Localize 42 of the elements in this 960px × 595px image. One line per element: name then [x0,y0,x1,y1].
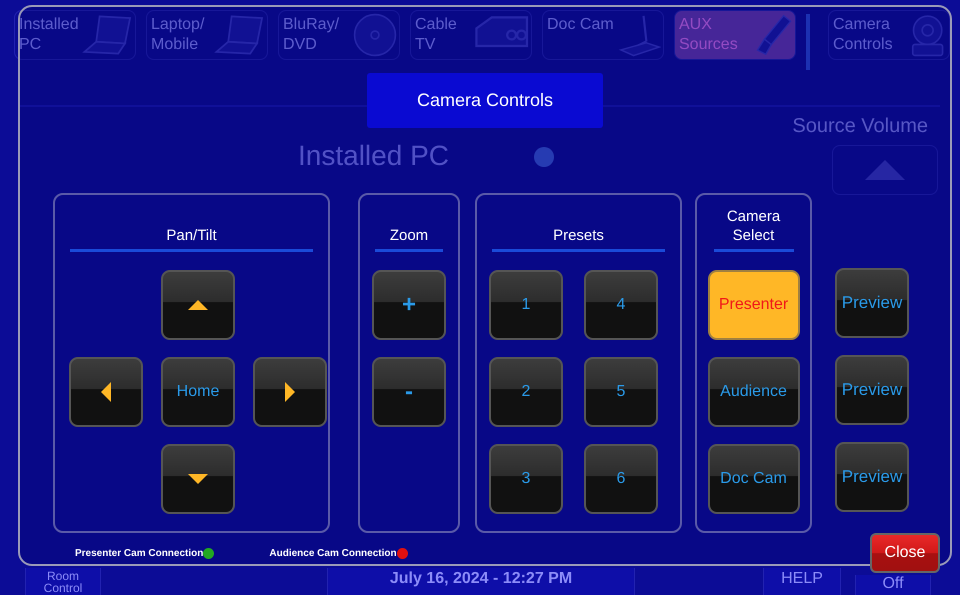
preset-button[interactable]: 2 [489,357,563,427]
pan-right-button[interactable] [253,357,327,427]
laptop-icon [212,13,265,57]
disc-icon [353,13,397,57]
status-dot [534,147,554,167]
preset-button[interactable]: 3 [489,444,563,514]
document-camera-icon [618,13,661,57]
zoom-in-button[interactable]: + [372,270,446,340]
pan-up-button[interactable] [161,270,235,340]
source-title: Installed PC [298,139,449,173]
preset-button[interactable]: 4 [584,270,658,340]
preview-button[interactable]: Preview [835,442,909,512]
triangle-left-icon [101,382,111,402]
triangle-up-icon [865,160,905,180]
panel-title: Pan/Tilt [70,226,313,252]
preview-button[interactable]: Preview [835,268,909,338]
close-button[interactable]: Close [870,533,940,573]
pan-left-button[interactable] [69,357,143,427]
connection-status: Audience Cam Connection [269,546,397,560]
preview-button[interactable]: Preview [835,355,909,425]
dialog-title: Camera Controls [367,73,603,128]
help-button[interactable]: HELP [763,568,841,595]
panel-title: Presets [492,226,665,252]
home-button[interactable]: Home [161,357,235,427]
zoom-out-button[interactable]: - [372,357,446,427]
camera-select-button[interactable]: Doc Cam [708,444,800,514]
preset-button[interactable]: 5 [584,357,658,427]
connection-status: Presenter Cam Connection [75,546,204,560]
volume-label: Source Volume [792,114,928,139]
panel-title: Zoom [375,226,443,252]
preset-button[interactable]: 1 [489,270,563,340]
triangle-right-icon [285,382,295,402]
triangle-down-icon [188,474,208,484]
laptop-icon [80,13,133,57]
room-control-button[interactable]: Room Control [25,568,101,595]
pan-down-button[interactable] [161,444,235,514]
power-off-button[interactable]: Off [855,575,931,595]
triangle-up-icon [188,300,208,310]
panel-title: Camera Select [714,207,794,252]
camera-select-button[interactable]: Audience [708,357,800,427]
date-time-display: July 16, 2024 - 12:27 PM [327,568,635,595]
preset-button[interactable]: 6 [584,444,658,514]
